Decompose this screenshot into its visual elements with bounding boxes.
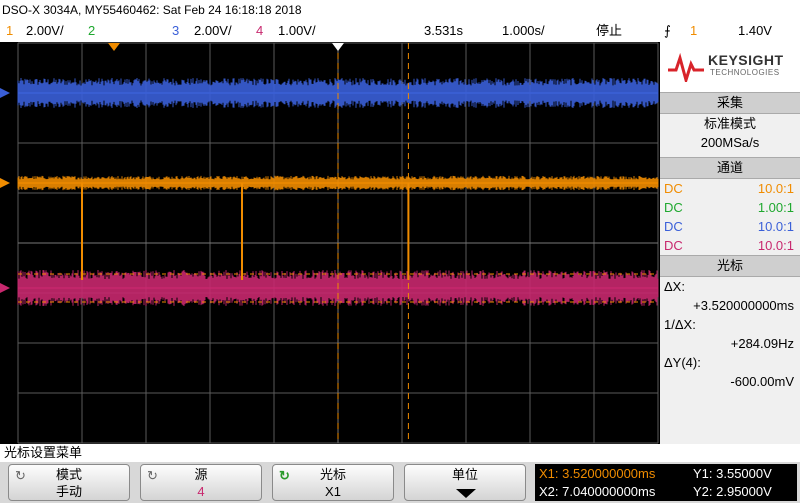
x2-readout: X2: 7.040000000ms	[539, 484, 656, 499]
ch1-ground-marker	[0, 178, 10, 188]
acquire-header: 采集	[660, 92, 800, 114]
brand-name: KEYSIGHT	[708, 52, 784, 68]
trigger-marker-icon	[108, 43, 120, 51]
cursor-label: 光标	[319, 467, 346, 482]
delta-y-label: ΔY(4):	[664, 355, 701, 370]
acquire-rate: 200MSa/s	[700, 135, 760, 150]
inverse-delta-x-label: 1/ΔX:	[664, 317, 696, 332]
source-softkey[interactable]: ↻ 源 4	[140, 464, 262, 501]
ch1-number[interactable]: 1	[6, 20, 13, 42]
units-label: 单位	[451, 467, 478, 482]
trigger-level[interactable]: 1.40V	[738, 20, 772, 42]
trigger-source[interactable]: 1	[690, 20, 697, 42]
channel-coupling: DC	[664, 200, 683, 215]
delta-x-label: ΔX:	[664, 279, 685, 294]
time-scale[interactable]: 1.000s/	[502, 20, 545, 42]
side-panel: KEYSIGHT TECHNOLOGIES 采集 标准模式 200MSa/s 通…	[660, 42, 800, 444]
ch4-ground-marker	[0, 283, 10, 293]
run-state: 停止	[596, 23, 623, 38]
delta-y-value: -600.00mV	[730, 374, 794, 389]
y2-readout: Y2: 2.95000V	[693, 484, 772, 499]
channel-header: 通道	[660, 157, 800, 179]
mode-label: 模式	[55, 467, 82, 482]
channel-row: DC 10.0:1	[660, 217, 800, 236]
mode-softkey[interactable]: ↻ 模式 手动	[8, 464, 130, 501]
units-softkey[interactable]: 单位	[404, 464, 526, 501]
ch3-number[interactable]: 3	[172, 20, 179, 42]
inverse-delta-x-value: +284.09Hz	[730, 336, 794, 351]
channel-row: DC 1.00:1	[660, 198, 800, 217]
ch1-scale: 2.00V/	[26, 23, 64, 38]
cursor-header: 光标	[660, 255, 800, 277]
keysight-logo-icon	[668, 52, 704, 82]
x1-readout: X1: 3.520000000ms	[539, 466, 656, 481]
channel-row: DC 10.0:1	[660, 179, 800, 198]
time-delay[interactable]: 3.531s	[424, 20, 463, 42]
channel-probe-ratio: 10.0:1	[757, 219, 794, 234]
brand-sub: TECHNOLOGIES	[710, 68, 780, 77]
ch4-number[interactable]: 4	[256, 20, 263, 42]
ch3-ground-marker	[0, 88, 10, 98]
delay-marker-icon	[332, 43, 344, 51]
trigger-slope-icon: ⨍	[664, 23, 671, 38]
channel-probe-ratio: 10.0:1	[757, 181, 794, 196]
delta-x-value: +3.520000000ms	[693, 298, 794, 313]
window-title: DSO-X 3034A, MY55460462: Sat Feb 24 16:1…	[2, 3, 302, 17]
channel-probe-ratio: 10.0:1	[757, 238, 794, 253]
brand-area: KEYSIGHT TECHNOLOGIES	[660, 42, 800, 92]
waveform-svg	[0, 42, 659, 444]
channel-coupling: DC	[664, 181, 683, 196]
channel-coupling: DC	[664, 238, 683, 253]
cursor-softkey[interactable]: ↻ 光标 X1	[272, 464, 394, 501]
channel-row: DC 10.0:1	[660, 236, 800, 255]
ch2-number[interactable]: 2	[88, 20, 95, 42]
channel-status-bar: 1 2.00V/ 2 3 2.00V/ 4 1.00V/ 3.531s 1.00…	[0, 20, 800, 42]
y1-readout: Y1: 3.55000V	[693, 466, 772, 481]
ch3-scale: 2.00V/	[194, 23, 232, 38]
channel-coupling: DC	[664, 219, 683, 234]
source-label: 源	[194, 467, 208, 482]
channel-rows: DC 10.0:1 DC 1.00:1 DC 10.0:1 DC 10.0:1	[660, 179, 800, 255]
ch4-scale: 1.00V/	[278, 23, 316, 38]
source-value: 4	[197, 484, 205, 499]
down-arrow-icon	[456, 489, 476, 498]
acquire-mode: 标准模式	[703, 116, 756, 131]
cursor-value: X1	[325, 484, 341, 499]
mode-value: 手动	[55, 484, 82, 499]
channel-probe-ratio: 1.00:1	[757, 200, 794, 215]
waveform-display[interactable]	[0, 42, 660, 444]
softkey-bar: ↻ 模式 手动 ↻ 源 4 ↻ 光标 X1 单位 X1: 3.520000000…	[0, 462, 800, 503]
cursor-readout: X1: 3.520000000ms X2: 7.040000000ms Y1: …	[535, 464, 797, 501]
menu-title: 光标设置菜单	[4, 445, 83, 460]
